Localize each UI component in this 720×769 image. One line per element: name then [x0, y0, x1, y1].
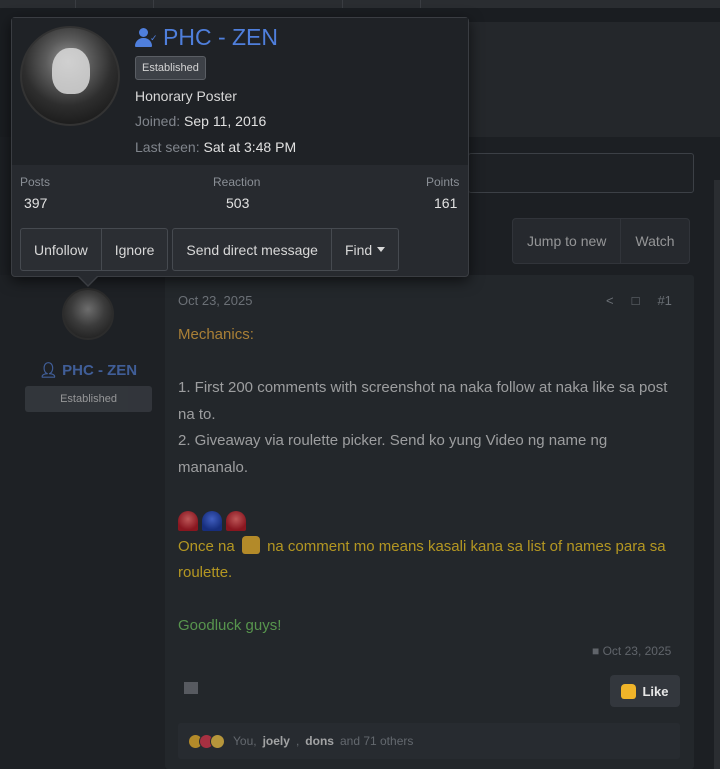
member-avatar[interactable] — [20, 26, 120, 126]
nav-divider — [75, 0, 76, 8]
reaction-user-dons[interactable]: dons — [305, 734, 334, 748]
siren-emojis — [178, 508, 678, 534]
goodluck-text: Goodluck guys! — [178, 617, 282, 634]
jump-to-new-button[interactable]: Jump to new — [513, 219, 620, 263]
author-badge: Established — [25, 386, 152, 412]
like-button[interactable]: Like — [610, 675, 680, 707]
author-avatar[interactable] — [62, 288, 114, 340]
ignore-button[interactable]: Ignore — [100, 229, 168, 270]
nav-divider — [153, 0, 154, 8]
blue-siren-icon — [202, 510, 222, 531]
thumbs-up-icon — [241, 535, 260, 554]
thread-search-input[interactable] — [468, 153, 694, 193]
wow-reaction-icon — [210, 733, 225, 749]
follow-ignore-group: Unfollow Ignore — [20, 228, 169, 271]
stat-points-label: Points — [426, 175, 460, 189]
right-sidebar-edge — [714, 180, 720, 769]
nav-divider — [342, 0, 343, 8]
stat-posts-label: Posts — [20, 175, 51, 189]
member-tooltip-card: ✓ PHC - ZEN Established Honorary Poster … — [11, 17, 469, 277]
top-nav-bar — [0, 0, 720, 8]
thread-header — [468, 22, 720, 137]
user-icon: 👤︎ — [38, 362, 58, 379]
stat-reaction-value: 503 — [226, 195, 250, 211]
tooltip-arrow — [77, 275, 99, 287]
share-icon[interactable]: < — [606, 293, 614, 308]
reaction-others[interactable]: and 71 others — [340, 734, 413, 748]
reactions-bar[interactable]: You, joely, dons and 71 others — [178, 723, 680, 759]
reaction-user-joely[interactable]: joely — [263, 734, 290, 748]
last-edited-date: ■ Oct 23, 2025 — [592, 644, 672, 658]
watch-button[interactable]: Watch — [620, 219, 688, 263]
reaction-you: You, — [233, 734, 257, 748]
author-name[interactable]: 👤︎ PHC - ZEN — [0, 361, 176, 379]
chevron-down-icon — [377, 247, 386, 252]
post-body: Mechanics: 1. First 200 comments with sc… — [178, 322, 678, 640]
member-action-buttons: Unfollow Ignore Send direct message Find — [20, 228, 400, 271]
mechanic-line-1: 1. First 200 comments with screenshot na… — [178, 379, 668, 423]
bookmark-icon[interactable]: □ — [632, 293, 640, 308]
post-author-sidebar — [0, 275, 165, 769]
find-dropdown-button[interactable]: Find — [330, 229, 398, 270]
thumbs-up-icon — [621, 683, 637, 699]
post-date[interactable]: Oct 23, 2025 — [178, 293, 252, 308]
stat-reaction-label: Reaction — [213, 175, 261, 189]
mechanic-line-2: 2. Giveaway via roulette picker. Send ko… — [178, 432, 608, 476]
post-actions: < □ #1 — [606, 293, 672, 308]
member-title: Honorary Poster — [135, 88, 237, 104]
red-siren-icon — [226, 510, 246, 531]
edit-icon: ■ — [592, 644, 600, 658]
member-username[interactable]: ✓ PHC - ZEN — [135, 24, 278, 51]
message-find-group: Send direct message Find — [172, 228, 400, 271]
nav-divider — [420, 0, 421, 8]
report-flag-icon[interactable] — [184, 682, 198, 694]
reaction-icons — [188, 733, 225, 749]
reaction-separator: , — [295, 734, 300, 748]
member-joined: Joined: Sep 11, 2016 — [135, 113, 267, 129]
red-siren-icon — [178, 510, 198, 531]
member-badge: Established — [135, 56, 206, 80]
mechanics-heading: Mechanics: — [178, 326, 254, 343]
stat-points-value[interactable]: 161 — [434, 195, 457, 211]
unfollow-button[interactable]: Unfollow — [21, 229, 101, 270]
member-last-seen: Last seen: Sat at 3:48 PM — [135, 139, 297, 155]
roulette-note: Once na na comment mo means kasali kana … — [178, 535, 666, 581]
thread-action-buttons: Jump to new Watch — [512, 218, 690, 264]
send-direct-message-button[interactable]: Send direct message — [173, 229, 331, 270]
post-number[interactable]: #1 — [657, 293, 671, 308]
user-verified-icon: ✓ — [135, 27, 158, 48]
stat-posts-value[interactable]: 397 — [24, 195, 47, 211]
